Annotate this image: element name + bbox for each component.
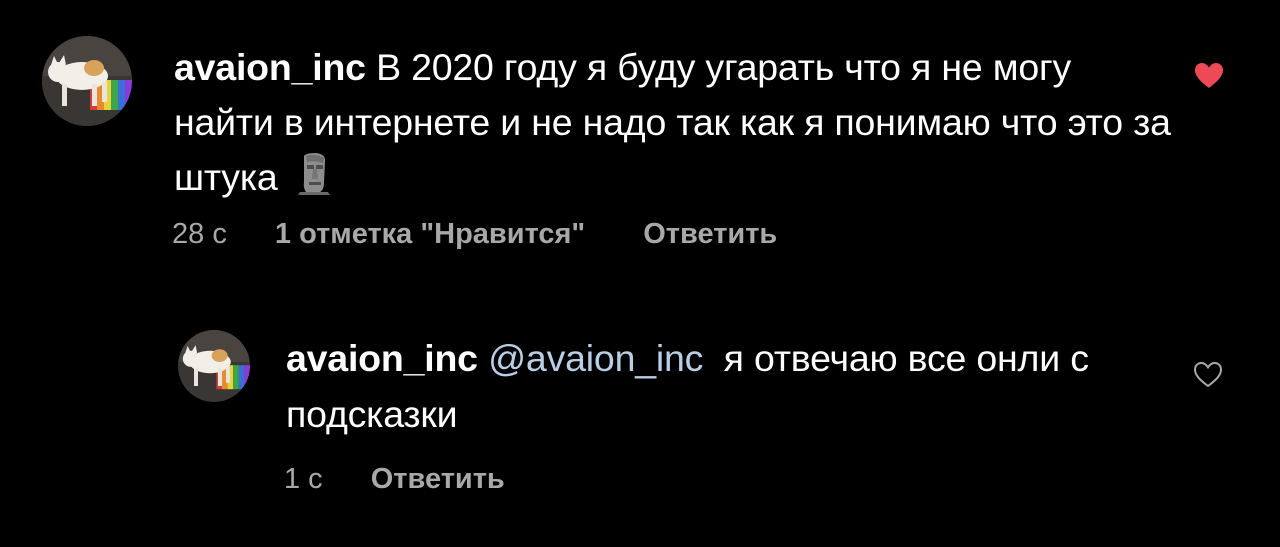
comment-body: avaion_inc В 2020 году я буду угарать чт… [174,40,1174,205]
mention-link[interactable]: @avaion_inc [488,337,703,379]
reply-button[interactable]: Ответить [371,463,505,496]
reply-comment: avaion_inc @avaion_inc я отвечаю все онл… [178,330,1280,530]
avatar-cat-image [42,36,132,126]
heart-filled-icon[interactable] [1194,62,1224,90]
comment-meta: 28 с 1 отметка "Нравится" Ответить [172,218,777,251]
likes-count-button[interactable]: 1 отметка "Нравится" [275,218,585,251]
avatar[interactable] [178,330,250,402]
username[interactable]: avaion_inc [174,46,366,88]
reply-button[interactable]: Ответить [643,218,777,251]
comment-body: avaion_inc @avaion_inc я отвечаю все онл… [286,330,1166,442]
username[interactable]: avaion_inc [286,337,478,379]
heart-outline-icon[interactable] [1193,361,1223,389]
comment-meta: 1 с Ответить [284,463,505,496]
avatar-cat-image [178,330,250,402]
comment: avaion_inc В 2020 году я буду угарать чт… [42,36,1280,266]
comment-timestamp: 1 с [284,463,323,495]
comment-timestamp: 28 с [172,218,227,250]
moai-emoji-icon [294,152,334,196]
avatar[interactable] [42,36,132,126]
